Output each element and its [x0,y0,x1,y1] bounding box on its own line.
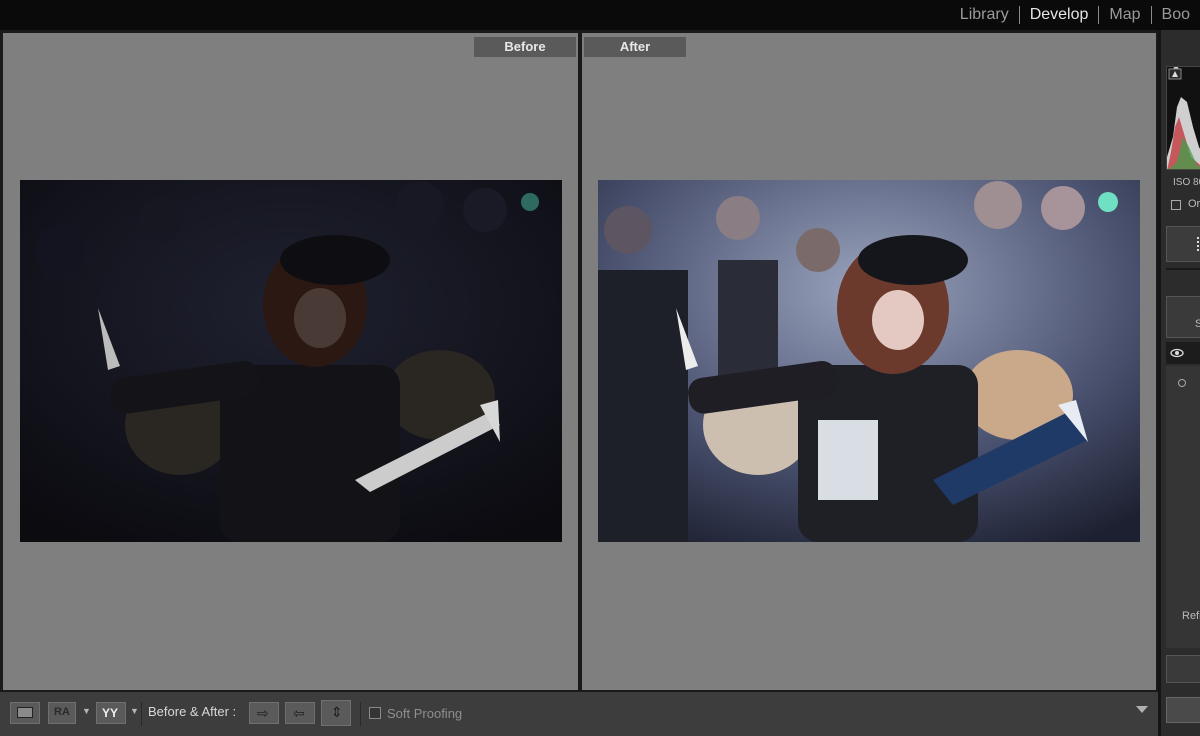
after-image-graphic [598,180,1140,542]
panel-divider [1166,268,1200,270]
copy-after-to-before-button[interactable]: ⇦ [285,702,315,724]
loupe-view-button[interactable] [10,702,40,724]
before-pane[interactable]: Before [3,33,578,690]
swap-before-after-button[interactable]: ⇕ [321,700,351,726]
reference-view-button[interactable]: RA [48,702,76,724]
brush-settings[interactable]: V Sa [1166,296,1200,338]
module-library[interactable]: Library [950,5,1019,25]
brush-label-sa: Sa [1195,318,1200,330]
before-label: Before [474,37,576,57]
before-image-graphic [20,180,562,542]
mask-list-panel[interactable]: Refi [1166,366,1200,648]
histogram-graph [1167,67,1200,169]
swap-icon: ⇕ [331,704,343,720]
before-after-caret-icon[interactable]: ▼ [130,706,139,716]
module-list: Library Develop Map Boo [950,0,1200,30]
bottom-toolbar: RA ▼ YY ▼ Before & After : ⇨ ⇦ ⇕ Soft Pr… [0,691,1158,736]
before-after-view-icon: YY [102,706,119,720]
module-picker-bar: Library Develop Map Boo [0,0,1200,30]
after-pane[interactable]: After [582,33,1156,690]
panel-section[interactable] [1166,655,1200,683]
before-after-view-button[interactable]: YY [96,702,126,724]
before-photo[interactable] [20,180,562,542]
toolbar-divider [360,702,361,726]
toolbar-menu-caret-icon[interactable] [1136,706,1148,713]
refine-label: Refi [1182,610,1200,622]
original-label: Or [1188,198,1200,210]
arrow-right-icon: ⇨ [257,705,269,721]
arrow-left-icon: ⇦ [293,705,305,721]
iso-readout: ISO 80 [1173,177,1200,188]
loupe-icon [17,707,33,718]
tool-strip[interactable] [1166,226,1200,262]
after-photo[interactable] [598,180,1140,542]
copy-before-to-after-button[interactable]: ⇨ [249,702,279,724]
reference-view-caret-icon[interactable]: ▼ [82,706,91,716]
module-book[interactable]: Boo [1152,5,1200,25]
soft-proofing-label[interactable]: Soft Proofing [387,706,462,721]
mask-pin-icon[interactable] [1178,379,1186,387]
soft-proofing-checkbox[interactable] [369,707,381,719]
before-after-label: Before & After : [148,704,237,719]
panel-button[interactable] [1166,697,1200,723]
eye-icon[interactable] [1170,346,1184,360]
histogram[interactable] [1166,66,1200,170]
lightroom-develop-window: Library Develop Map Boo Before After ISO… [0,0,1200,736]
reference-view-icon: RA [54,706,70,718]
module-map[interactable]: Map [1099,5,1150,25]
mask-visibility-row[interactable] [1166,342,1200,364]
after-label: After [584,37,686,57]
module-develop[interactable]: Develop [1020,5,1099,25]
right-develop-panel: ISO 80 Or V Sa Refi [1158,30,1200,736]
original-checkbox[interactable] [1171,200,1181,210]
toolbar-divider [141,702,142,726]
before-after-compare-area: Before After [0,30,1158,691]
